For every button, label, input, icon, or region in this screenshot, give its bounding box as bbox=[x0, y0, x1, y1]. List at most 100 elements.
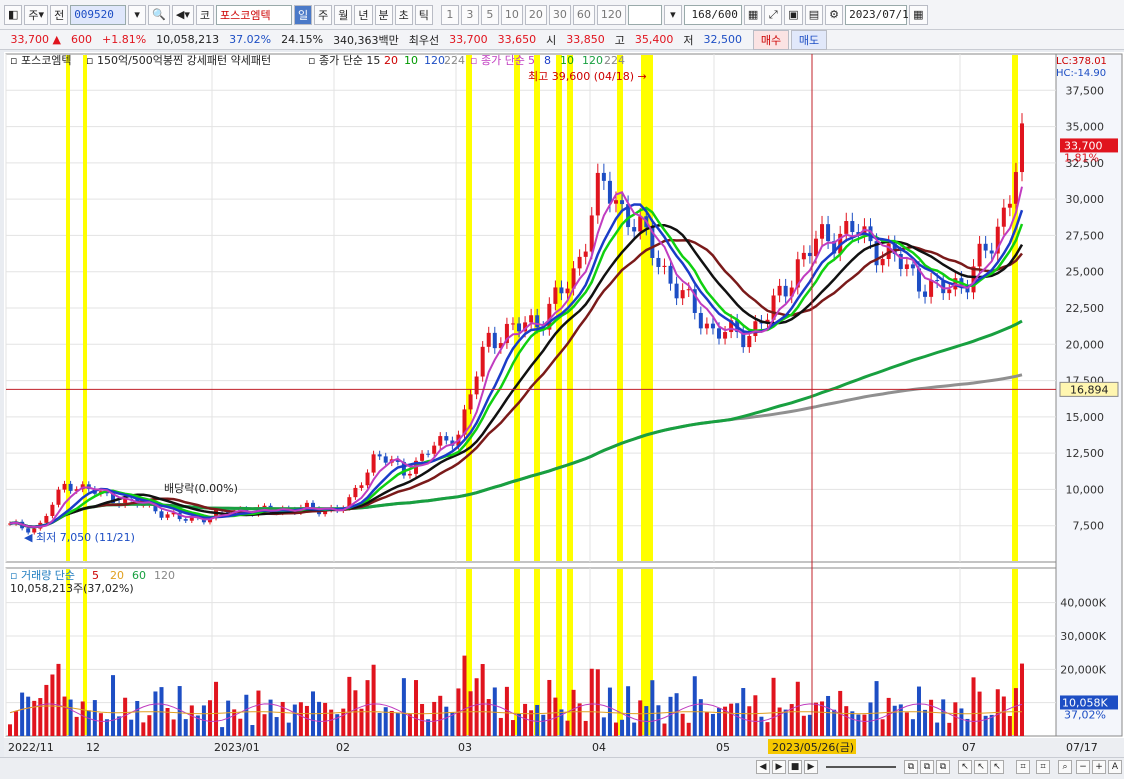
candle-body bbox=[383, 456, 388, 463]
market-select[interactable]: 주 ▾ bbox=[24, 4, 49, 25]
volume-bar bbox=[826, 695, 831, 736]
volume-bar bbox=[868, 702, 873, 736]
volume-bar bbox=[601, 717, 606, 736]
volume-bar bbox=[111, 675, 116, 736]
change-percent: +1.81% bbox=[102, 33, 147, 46]
minute-input[interactable] bbox=[627, 4, 662, 25]
minute-buttons: 1 3 5 10 20 30 60 120 bbox=[440, 4, 628, 25]
period-tab[interactable]: 분 bbox=[374, 4, 393, 25]
volume-bar bbox=[832, 709, 837, 736]
volume-ratio: 37.02% bbox=[229, 33, 272, 46]
volume-bar bbox=[244, 694, 249, 736]
volume-bar bbox=[698, 699, 703, 736]
legend-ma2-period: 5 bbox=[528, 54, 535, 67]
code-dropdown-icon[interactable]: ▾ bbox=[128, 4, 147, 25]
candle-body bbox=[517, 323, 522, 332]
minute-button[interactable]: 1 bbox=[440, 4, 459, 25]
period-tab[interactable]: 월 bbox=[334, 4, 353, 25]
period-tab[interactable]: 년 bbox=[354, 4, 373, 25]
date-input[interactable]: 2023/07/17 bbox=[845, 4, 915, 25]
high-annotation: 최고 39,600 (04/18) → bbox=[528, 70, 647, 83]
minute-button[interactable]: 3 bbox=[460, 4, 479, 25]
volume-bar bbox=[559, 709, 564, 736]
minute-button[interactable]: 5 bbox=[480, 4, 499, 25]
period-tab[interactable]: 초 bbox=[394, 4, 413, 25]
speaker-icon[interactable]: ◀▾ bbox=[171, 4, 194, 25]
volume-bar bbox=[220, 727, 225, 736]
prev-button[interactable]: 전 bbox=[50, 4, 69, 25]
minute-button[interactable]: 120 bbox=[596, 4, 626, 25]
minute-dropdown-icon[interactable]: ▾ bbox=[663, 4, 682, 25]
candle-body bbox=[68, 483, 73, 491]
count-input[interactable]: 168/600 bbox=[683, 4, 742, 25]
period-tab[interactable]: 틱 bbox=[414, 4, 433, 25]
candle-body bbox=[947, 289, 952, 294]
volume-bar bbox=[86, 710, 91, 736]
volume-bar bbox=[444, 706, 449, 736]
grid-icon[interactable]: ▦ bbox=[743, 4, 763, 25]
volume-bar bbox=[414, 680, 419, 736]
candle-body bbox=[844, 221, 849, 234]
draw-5-icon[interactable]: ⌗ bbox=[1036, 760, 1050, 774]
magnifier-icon[interactable]: ⌕ bbox=[1058, 760, 1072, 774]
stop-icon[interactable]: ■ bbox=[788, 760, 802, 774]
candle-body bbox=[486, 332, 491, 347]
chart-area[interactable]: 37,500 35,000 32,500 30,000 27,500 25,000 22,5… bbox=[4, 52, 1124, 764]
candle-body bbox=[62, 483, 67, 490]
search-icon[interactable]: 🔍 bbox=[148, 4, 170, 25]
zoom-out-icon[interactable]: − bbox=[1076, 760, 1090, 774]
stock-code-input[interactable]: 009520 bbox=[70, 4, 127, 25]
volume-bar bbox=[474, 678, 479, 736]
volume-bar bbox=[183, 719, 188, 736]
legend-ma2-period: 8 bbox=[544, 54, 551, 67]
volume-bar bbox=[729, 703, 734, 736]
period-tab[interactable]: 주 bbox=[314, 4, 333, 25]
candle-body bbox=[656, 257, 661, 267]
stock-chart[interactable]: 37,50035,00032,50030,00027,50025,00022,5… bbox=[4, 52, 1124, 764]
minute-button[interactable]: 20 bbox=[524, 4, 547, 25]
low-annotation: ◀ 최저 7,050 (11/21) bbox=[24, 531, 135, 544]
legend-ma-period: 10 bbox=[404, 54, 418, 67]
candle-body bbox=[468, 394, 473, 410]
draw-3-icon[interactable]: ↖ bbox=[990, 760, 1004, 774]
ask-price: 33,700 bbox=[449, 33, 488, 46]
tool-3-icon[interactable]: ⧉ bbox=[936, 760, 950, 774]
play-icon[interactable]: ▶ bbox=[804, 760, 818, 774]
menu-icon[interactable]: ◧ bbox=[4, 4, 23, 25]
candle-body bbox=[613, 200, 618, 204]
candle-body bbox=[674, 283, 679, 299]
zoom-slider[interactable] bbox=[826, 766, 896, 768]
draw-1-icon[interactable]: ↖ bbox=[958, 760, 972, 774]
x-axis-label: 05 bbox=[716, 741, 730, 754]
volume-bar bbox=[389, 710, 394, 736]
volume-tick-label: 40,000K bbox=[1060, 597, 1106, 610]
volume-bar bbox=[135, 700, 140, 736]
text-tool-icon[interactable]: A bbox=[1108, 760, 1122, 774]
minute-button[interactable]: 10 bbox=[500, 4, 523, 25]
volume-bar bbox=[862, 714, 867, 736]
image-icon[interactable]: ▣ bbox=[784, 4, 803, 25]
scroll-left-icon[interactable]: ◀ bbox=[756, 760, 770, 774]
gear-icon[interactable]: ⚙ bbox=[825, 4, 844, 25]
zoom-in-icon[interactable]: + bbox=[1092, 760, 1106, 774]
price-tick-label: 22,500 bbox=[1066, 302, 1105, 315]
draw-4-icon[interactable]: ⌗ bbox=[1016, 760, 1030, 774]
volume-bar bbox=[80, 701, 85, 736]
high-price: 35,400 bbox=[634, 33, 674, 46]
volume-bar bbox=[880, 719, 885, 736]
draw-2-icon[interactable]: ↖ bbox=[974, 760, 988, 774]
buy-button[interactable]: 매수 bbox=[753, 29, 790, 50]
sell-button[interactable]: 매도 bbox=[791, 29, 828, 50]
volume-bar bbox=[595, 669, 600, 736]
period-tab[interactable]: 일 bbox=[294, 4, 313, 25]
tool-2-icon[interactable]: ⧉ bbox=[920, 760, 934, 774]
save-icon[interactable]: ▤ bbox=[804, 4, 824, 25]
scroll-right-icon[interactable]: ▶ bbox=[772, 760, 786, 774]
minute-button[interactable]: 60 bbox=[572, 4, 595, 25]
tool-1-icon[interactable]: ⧉ bbox=[904, 760, 918, 774]
last-price: 33,700 ▲ bbox=[10, 33, 61, 46]
volume-bar bbox=[317, 701, 322, 736]
zoom-icon[interactable]: ⤢ bbox=[764, 4, 783, 25]
minute-button[interactable]: 30 bbox=[548, 4, 571, 25]
calendar-icon[interactable]: ▦ bbox=[909, 4, 928, 25]
